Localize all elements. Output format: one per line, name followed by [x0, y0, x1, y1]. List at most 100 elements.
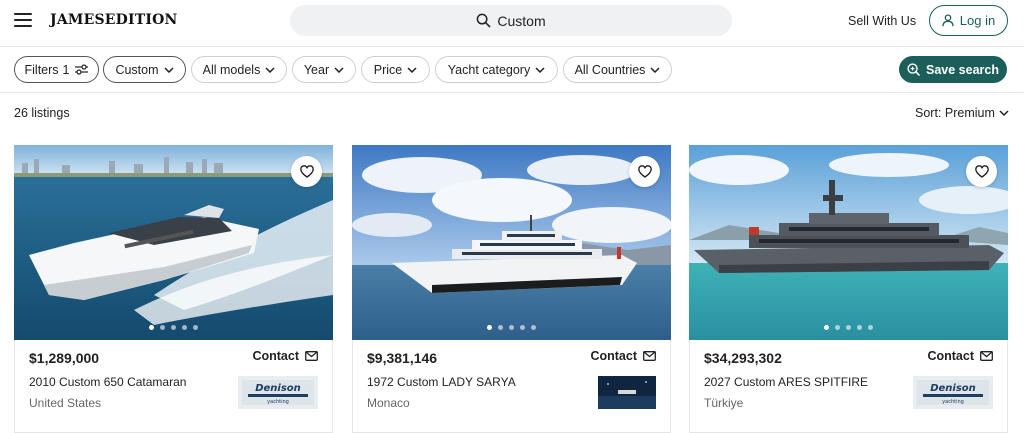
search-plus-icon [907, 63, 920, 76]
contact-label: Contact [927, 349, 974, 363]
pagination-dot[interactable] [498, 325, 503, 330]
pagination-dot[interactable] [846, 325, 851, 330]
mail-icon [643, 351, 656, 361]
filters-button[interactable]: Filters 1 [14, 56, 99, 83]
chevron-down-icon [535, 66, 545, 73]
yacht-photo-superyacht [352, 145, 671, 340]
listing-card[interactable]: $34,293,302 Contact 2027 Custom ARES SPI… [689, 145, 1008, 433]
chip-all-countries[interactable]: All Countries [563, 56, 672, 83]
listing-count: 26 listings [14, 106, 70, 120]
chip-custom[interactable]: Custom [103, 56, 186, 83]
listing-photo[interactable] [14, 145, 333, 340]
sort-dropdown[interactable]: Sort: Premium [915, 106, 1009, 120]
chip-custom-label: Custom [115, 62, 159, 77]
chip-all-models-label: All models [202, 62, 261, 77]
pagination-dot[interactable] [520, 325, 525, 330]
chip-yacht-category-label: Yacht category [447, 62, 531, 77]
contact-label: Contact [252, 349, 299, 363]
pagination-dot[interactable] [193, 325, 198, 330]
chevron-down-icon [650, 66, 660, 73]
yacht-photo-explorer [689, 145, 1008, 340]
chevron-down-icon [334, 66, 344, 73]
dealer-logo[interactable]: Denison yachting [913, 376, 993, 409]
pagination-dot[interactable] [509, 325, 514, 330]
chevron-down-icon [265, 66, 275, 73]
listing-card[interactable]: $1,289,000 Contact 2010 Custom 650 Catam… [14, 145, 333, 433]
chip-price[interactable]: Price [361, 56, 430, 83]
login-label: Log in [959, 13, 996, 28]
chevron-down-icon [999, 110, 1009, 116]
pagination-dot[interactable] [835, 325, 840, 330]
mail-icon [305, 351, 318, 361]
listing-price: $1,289,000 [29, 350, 100, 366]
filters-count: 1 [62, 62, 70, 77]
filter-divider [0, 92, 1024, 93]
pagination-dot[interactable] [182, 325, 187, 330]
chevron-down-icon [164, 66, 174, 73]
pagination-dot[interactable] [487, 325, 492, 330]
chip-all-countries-label: All Countries [574, 62, 646, 77]
listing-card[interactable]: $9,381,146 Contact 1972 Custom LADY SARY… [352, 145, 671, 433]
listing-info: $1,289,000 Contact 2010 Custom 650 Catam… [14, 340, 333, 433]
photo-pagination [689, 325, 1008, 330]
listing-location: Türkiye [704, 396, 744, 410]
save-search-button[interactable]: Save search [899, 56, 1007, 83]
favorite-button[interactable] [291, 156, 322, 187]
favorite-button[interactable] [966, 156, 997, 187]
header-divider [0, 46, 1024, 47]
contact-label: Contact [590, 349, 637, 363]
chip-year[interactable]: Year [292, 56, 356, 83]
search-query[interactable]: Custom [497, 13, 545, 29]
site-logo[interactable]: JAMESEDITION [50, 12, 177, 28]
pagination-dot[interactable] [857, 325, 862, 330]
contact-button[interactable]: Contact [252, 349, 318, 363]
svg-text:yachting: yachting [267, 399, 289, 405]
listing-price: $34,293,302 [704, 350, 782, 366]
search-icon [477, 13, 491, 28]
pagination-dot[interactable] [160, 325, 165, 330]
dealer-logo[interactable]: Denison yachting [238, 376, 318, 409]
listing-price: $9,381,146 [367, 350, 438, 366]
pagination-dot[interactable] [149, 325, 154, 330]
site-header: JAMESEDITION Custom Sell With Us Log in [0, 0, 1024, 44]
listing-info: $34,293,302 Contact 2027 Custom ARES SPI… [689, 340, 1008, 433]
svg-text:yachting: yachting [942, 399, 964, 405]
chip-all-models[interactable]: All models [191, 56, 287, 83]
filters-label: Filters [24, 62, 59, 77]
heart-icon [637, 165, 652, 178]
listing-photo[interactable] [352, 145, 671, 340]
chevron-down-icon [407, 66, 417, 73]
heart-icon [299, 165, 314, 178]
pagination-dot[interactable] [531, 325, 536, 330]
listing-photo[interactable] [689, 145, 1008, 340]
menu-icon[interactable] [14, 13, 32, 27]
sort-label: Sort: Premium [915, 106, 995, 120]
photo-pagination [14, 325, 333, 330]
dealer-logo[interactable] [598, 376, 656, 409]
favorite-button[interactable] [629, 156, 660, 187]
login-button[interactable]: Log in [929, 5, 1008, 36]
contact-button[interactable]: Contact [590, 349, 656, 363]
photo-pagination [352, 325, 671, 330]
chip-yacht-category[interactable]: Yacht category [435, 56, 558, 83]
listing-location: Monaco [367, 396, 410, 410]
listing-name[interactable]: 1972 Custom LADY SARYA [367, 375, 516, 389]
listing-location: United States [29, 396, 102, 410]
pagination-dot[interactable] [868, 325, 873, 330]
listing-info: $9,381,146 Contact 1972 Custom LADY SARY… [352, 340, 671, 433]
search-bar[interactable]: Custom [290, 5, 732, 36]
listing-name[interactable]: 2027 Custom ARES SPITFIRE [704, 375, 868, 389]
pagination-dot[interactable] [171, 325, 176, 330]
yacht-photo-catamaran [14, 145, 333, 340]
mail-icon [980, 351, 993, 361]
svg-text:Denison: Denison [255, 383, 301, 394]
filter-bar: Filters 1 Custom All models Year Price Y… [0, 56, 1024, 84]
listing-name[interactable]: 2010 Custom 650 Catamaran [29, 375, 186, 389]
chip-year-label: Year [303, 62, 330, 77]
user-icon [942, 14, 954, 27]
sell-with-us-link[interactable]: Sell With Us [848, 14, 916, 28]
contact-button[interactable]: Contact [927, 349, 993, 363]
save-search-label: Save search [926, 62, 999, 77]
svg-text:Denison: Denison [930, 383, 976, 394]
pagination-dot[interactable] [824, 325, 829, 330]
